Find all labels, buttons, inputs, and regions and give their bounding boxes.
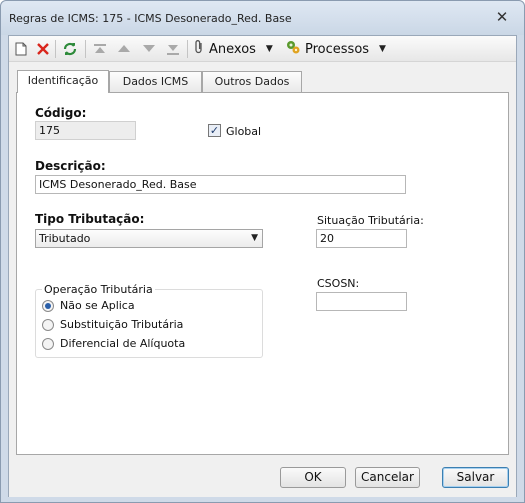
radio-diferencial-de-aliquota[interactable] <box>42 338 54 350</box>
last-record-icon[interactable] <box>164 40 182 58</box>
operacao-tributaria-group: Operação Tributária Não se Aplica Substi… <box>35 283 263 358</box>
toolbar-separator <box>85 40 86 58</box>
anexos-menu-button[interactable]: Anexos ▼ <box>193 39 273 59</box>
next-record-icon[interactable] <box>140 40 158 58</box>
descricao-label: Descrição: <box>35 159 106 173</box>
first-record-icon[interactable] <box>91 40 109 58</box>
global-label: Global <box>226 125 262 138</box>
dialog-window: Regras de ICMS: 175 - ICMS Desonerado_Re… <box>0 0 525 503</box>
processos-label: Processos <box>305 41 370 57</box>
anexos-label: Anexos <box>209 41 256 57</box>
chevron-down-icon: ▼ <box>251 233 258 243</box>
cancel-button[interactable]: Cancelar <box>355 467 420 488</box>
radio-label: Substituição Tributária <box>60 318 184 331</box>
radio-substituicao-tributaria[interactable] <box>42 319 54 331</box>
save-button[interactable]: Salvar <box>442 467 509 488</box>
dialog-client: Anexos ▼ Processos ▼ Identificação Dados… <box>8 35 517 497</box>
toolbar: Anexos ▼ Processos ▼ <box>9 36 516 62</box>
tab-dados-icms[interactable]: Dados ICMS <box>109 71 202 92</box>
situacao-tributaria-label: Situação Tributária: <box>317 214 424 227</box>
csosn-field[interactable] <box>316 292 407 311</box>
tab-outros-dados[interactable]: Outros Dados <box>202 71 302 92</box>
radio-label: Não se Aplica <box>60 299 135 312</box>
csosn-label: CSOSN: <box>317 277 360 290</box>
descricao-field[interactable]: ICMS Desonerado_Red. Base <box>35 175 406 194</box>
chevron-down-icon: ▼ <box>265 44 273 54</box>
button-bar: OK Cancelar Salvar <box>9 460 516 497</box>
previous-record-icon[interactable] <box>115 40 133 58</box>
window-title: Regras de ICMS: 175 - ICMS Desonerado_Re… <box>9 12 292 25</box>
chevron-down-icon: ▼ <box>379 44 386 54</box>
paperclip-icon <box>193 39 205 59</box>
radio-label: Diferencial de Alíquota <box>60 337 186 350</box>
tipo-tributacao-label: Tipo Tributação: <box>35 212 145 226</box>
radio-nao-se-aplica[interactable] <box>42 300 54 312</box>
toolbar-separator <box>187 40 188 58</box>
operacao-tributaria-title: Operação Tributária <box>42 283 155 296</box>
processos-menu-button[interactable]: Processos ▼ <box>285 39 386 59</box>
new-document-icon[interactable] <box>13 40 29 58</box>
situacao-tributaria-field[interactable]: 20 <box>316 229 407 248</box>
gears-icon <box>285 39 301 59</box>
tab-identificacao[interactable]: Identificação <box>17 70 109 93</box>
toolbar-separator <box>55 40 56 58</box>
tipo-tributacao-value: Tributado <box>39 232 91 245</box>
codigo-label: Código: <box>35 106 87 120</box>
ok-button[interactable]: OK <box>280 467 346 488</box>
title-bar[interactable]: Regras de ICMS: 175 - ICMS Desonerado_Re… <box>1 1 524 35</box>
codigo-field: 175 <box>35 121 136 140</box>
identificacao-panel: Código: 175 ✓ Global Descrição: ICMS Des… <box>16 92 509 455</box>
global-checkbox[interactable]: ✓ <box>208 124 221 137</box>
close-icon[interactable]: ✕ <box>494 9 510 25</box>
refresh-icon[interactable] <box>61 40 79 58</box>
tipo-tributacao-select[interactable]: Tributado ▼ <box>35 229 263 248</box>
delete-icon[interactable] <box>35 40 51 58</box>
